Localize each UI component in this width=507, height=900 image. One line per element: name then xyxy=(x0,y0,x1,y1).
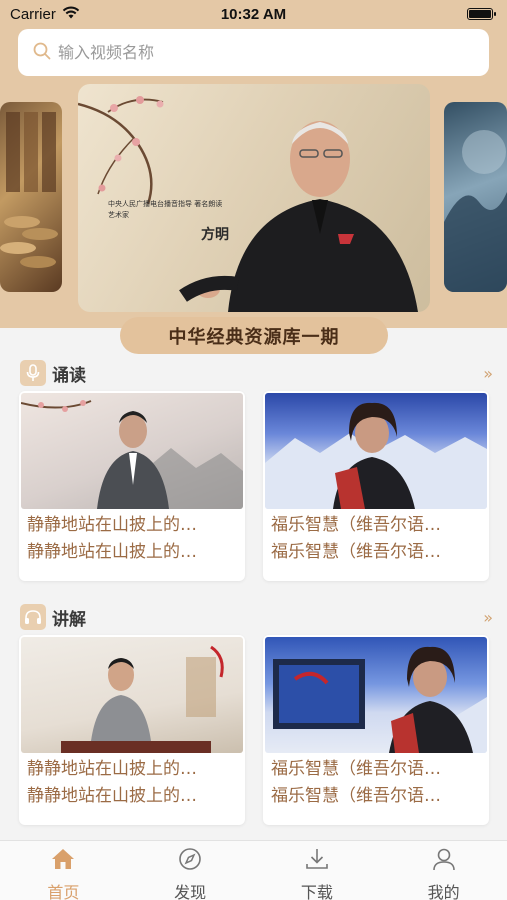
home-icon xyxy=(50,847,76,875)
video-title-line2: 静静地站在山披上的… xyxy=(27,542,197,562)
microphone-icon xyxy=(20,360,46,386)
tab-label: 首页 xyxy=(47,883,80,900)
section-header-recite: 诵读 ›› xyxy=(20,360,493,386)
download-icon xyxy=(304,847,330,875)
video-card[interactable]: 福乐智慧（维吾尔语… 福乐智慧（维吾尔语… xyxy=(263,391,489,581)
headphones-icon xyxy=(20,604,46,630)
banner-subtitle: 中央人民广播电台播音指导 著名朗读艺术家 xyxy=(108,200,223,220)
video-thumbnail xyxy=(21,393,243,509)
carousel-next-banner[interactable] xyxy=(444,102,507,292)
bottom-tab-bar: 首页 发现 下载 我的 xyxy=(0,840,507,900)
section-title-recite: 诵读 xyxy=(52,365,86,386)
video-title-line2: 静静地站在山披上的… xyxy=(27,786,197,806)
carousel-main-banner[interactable]: 方明 中央人民广播电台播音指导 著名朗读艺术家 xyxy=(78,84,430,312)
video-thumbnail xyxy=(265,393,487,509)
tab-mine[interactable]: 我的 xyxy=(380,841,507,900)
tab-label: 下载 xyxy=(300,883,333,900)
video-thumbnail xyxy=(21,637,243,753)
video-title-line2: 福乐智慧（维吾尔语… xyxy=(271,786,441,806)
section-title-explain: 讲解 xyxy=(52,609,86,630)
tab-discover[interactable]: 发现 xyxy=(127,841,254,900)
user-icon xyxy=(431,847,457,875)
video-card[interactable]: 福乐智慧（维吾尔语… 福乐智慧（维吾尔语… xyxy=(263,635,489,825)
tab-label: 发现 xyxy=(174,883,207,900)
video-title-line1: 静静地站在山披上的… xyxy=(27,759,197,779)
tab-download[interactable]: 下载 xyxy=(254,841,381,900)
status-bar: Carrier 10:32 AM xyxy=(0,0,507,28)
carousel-title: 中华经典资源库一期 xyxy=(120,317,388,354)
video-thumbnail xyxy=(265,637,487,753)
banner-artwork xyxy=(78,96,418,312)
tab-label: 我的 xyxy=(427,883,460,900)
carousel-prev-banner[interactable] xyxy=(0,102,62,292)
section-header-explain: 讲解 ›› xyxy=(20,604,493,630)
double-chevron-right-icon[interactable]: ›› xyxy=(483,608,493,627)
video-title-line1: 静静地站在山披上的… xyxy=(27,515,197,535)
video-card[interactable]: 静静地站在山披上的… 静静地站在山披上的… xyxy=(19,391,245,581)
video-title-line2: 福乐智慧（维吾尔语… xyxy=(271,542,441,562)
search-icon xyxy=(32,41,52,65)
search-input[interactable] xyxy=(58,43,438,62)
compass-icon xyxy=(177,847,203,875)
double-chevron-right-icon[interactable]: ›› xyxy=(483,364,493,383)
banner-caption: 方明 xyxy=(201,227,229,243)
video-card[interactable]: 静静地站在山披上的… 静静地站在山披上的… xyxy=(19,635,245,825)
tab-home[interactable]: 首页 xyxy=(0,841,127,900)
battery-icon xyxy=(467,8,496,20)
search-bar[interactable] xyxy=(18,29,489,76)
video-title-line1: 福乐智慧（维吾尔语… xyxy=(271,759,441,779)
video-title-line1: 福乐智慧（维吾尔语… xyxy=(271,515,441,535)
status-time: 10:32 AM xyxy=(220,5,287,23)
